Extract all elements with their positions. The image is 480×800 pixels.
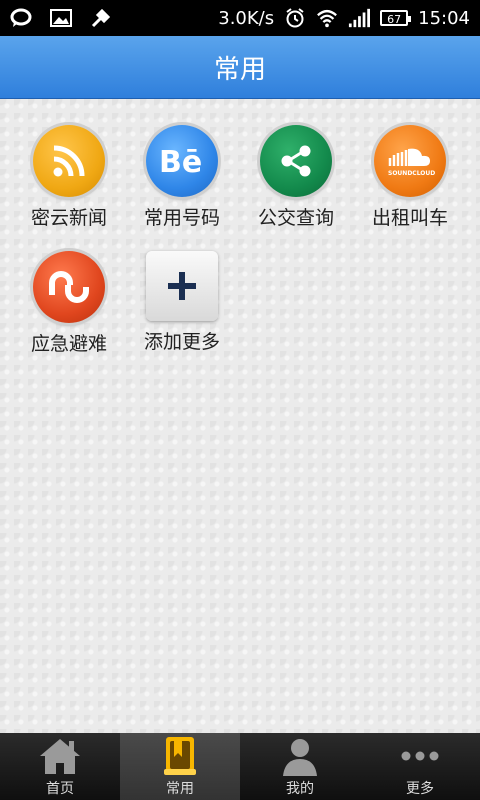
bookmark-icon xyxy=(156,734,204,778)
bottom-tab-bar: 首页 常用 我的 更多 xyxy=(0,733,480,800)
image-icon xyxy=(50,7,72,29)
behance-icon: Bē xyxy=(146,125,218,197)
tab-home[interactable]: 首页 xyxy=(0,733,120,800)
share-icon xyxy=(260,125,332,197)
wifi-icon xyxy=(316,7,338,29)
soundcloud-icon: SOUNDCLOUD xyxy=(374,125,446,197)
tab-label: 首页 xyxy=(46,781,74,797)
chat-icon xyxy=(10,7,32,29)
title-bar: 常用 xyxy=(0,36,480,99)
app-label: 密云新闻 xyxy=(30,207,107,229)
more-dots-icon xyxy=(396,734,444,778)
app-tile-emergency[interactable]: 应急避难 xyxy=(12,247,126,357)
app-tile-add-more[interactable]: 添加更多 xyxy=(125,247,239,357)
app-label: 常用号码 xyxy=(143,207,220,229)
svg-text:SOUNDCLOUD: SOUNDCLOUD xyxy=(388,170,435,177)
app-tile-phone-numbers[interactable]: Bē 常用号码 xyxy=(125,121,239,231)
tab-more[interactable]: 更多 xyxy=(360,733,480,800)
content-area: 密云新闻 Bē 常用号码 公交查询 SOUNDCLOUD 出租叫车 应急避难 添… xyxy=(0,99,480,733)
app-label: 出租叫车 xyxy=(371,207,448,229)
rss-icon xyxy=(33,125,105,197)
app-label: 公交查询 xyxy=(257,207,334,229)
svg-text:Bē: Bē xyxy=(159,146,202,176)
app-label: 应急避难 xyxy=(30,333,107,355)
user-icon xyxy=(276,734,324,778)
tab-label: 更多 xyxy=(406,781,434,797)
tab-label: 常用 xyxy=(166,781,194,797)
home-icon xyxy=(36,734,84,778)
clock: 15:04 xyxy=(418,7,470,29)
signal-icon xyxy=(348,7,371,29)
status-bar: 3.0K/s 67 15:04 xyxy=(0,0,480,36)
stumbleupon-icon xyxy=(33,251,105,323)
app-tile-bus-query[interactable]: 公交查询 xyxy=(239,121,353,231)
battery-indicator: 67 xyxy=(380,10,412,26)
network-speed: 3.0K/s xyxy=(218,7,275,29)
tab-favorites[interactable]: 常用 xyxy=(120,733,240,800)
tab-mine[interactable]: 我的 xyxy=(240,733,360,800)
page-title: 常用 xyxy=(213,54,266,85)
app-tile-taxi[interactable]: SOUNDCLOUD 出租叫车 xyxy=(353,121,467,231)
plus-icon xyxy=(146,251,218,321)
alarm-icon xyxy=(284,7,306,29)
app-label: 添加更多 xyxy=(143,331,220,353)
usb-debug-icon xyxy=(90,7,112,29)
app-tile-news[interactable]: 密云新闻 xyxy=(12,121,126,231)
tab-label: 我的 xyxy=(286,781,314,797)
